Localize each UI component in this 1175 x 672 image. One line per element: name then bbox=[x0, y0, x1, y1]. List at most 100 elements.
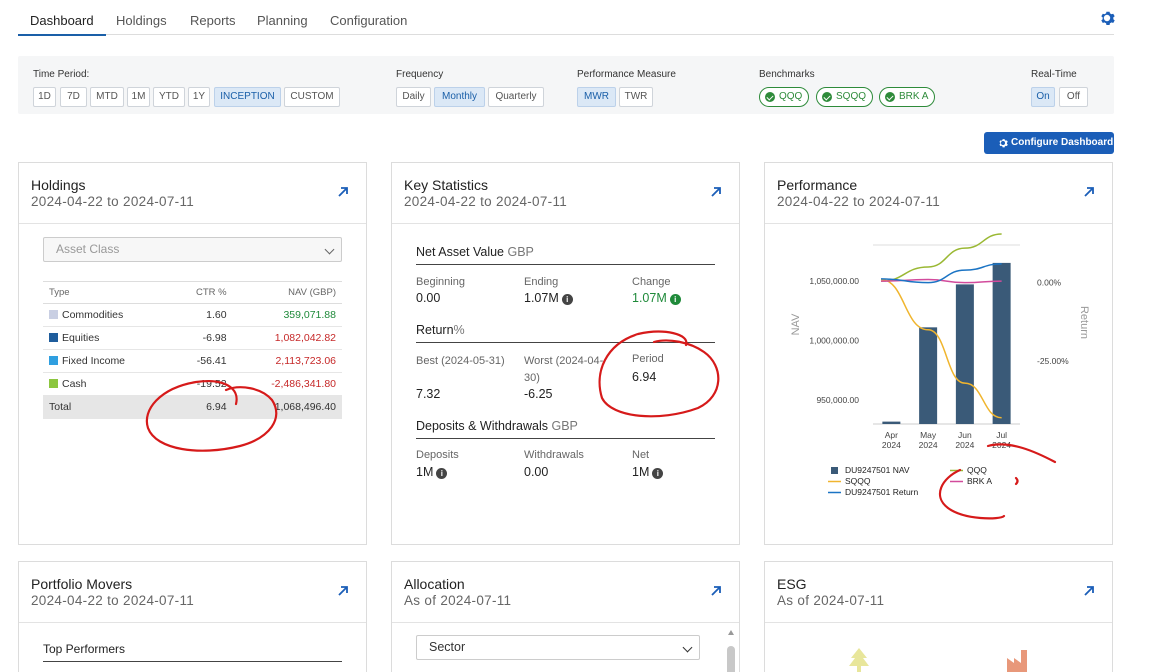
time-inception-button[interactable]: INCEPTION bbox=[214, 87, 281, 107]
portfolio-movers-title: Portfolio Movers bbox=[31, 576, 133, 592]
y-tick-label: 1,050,000.00 bbox=[809, 276, 859, 286]
esg-title: ESG bbox=[777, 576, 807, 592]
gear-icon bbox=[999, 139, 1008, 148]
x-tick-label: Jun bbox=[958, 430, 972, 440]
col-nav: NAV (GBP) bbox=[226, 281, 342, 304]
performance-date-range: 2024-04-22 to 2024-07-11 bbox=[777, 194, 941, 209]
esg-card: ESG As of 2024-07-11 bbox=[764, 561, 1113, 672]
expand-arrow-icon[interactable] bbox=[709, 584, 723, 598]
y-tick-label: 950,000.00 bbox=[816, 395, 859, 405]
benchmark-brka-pill[interactable]: BRK A bbox=[879, 87, 936, 107]
period-value: 6.94 bbox=[632, 370, 657, 384]
table-row: Commodities 1.60 359,071.88 bbox=[43, 303, 342, 327]
info-icon[interactable]: i bbox=[561, 294, 573, 305]
tab-reports[interactable]: Reports bbox=[190, 13, 236, 28]
chevron-down-icon bbox=[324, 244, 335, 255]
y2-tick-label: -25.00% bbox=[1037, 356, 1069, 366]
nav-bar bbox=[919, 327, 938, 424]
nav-bar bbox=[955, 284, 974, 424]
top-performers-heading: Top Performers bbox=[43, 642, 342, 662]
y2-axis-label: Return bbox=[1078, 306, 1090, 339]
performance-title: Performance bbox=[777, 177, 858, 193]
info-icon[interactable]: i bbox=[436, 468, 448, 479]
time-1m-button[interactable]: 1M bbox=[127, 87, 150, 107]
esg-header: ESG As of 2024-07-11 bbox=[765, 562, 1112, 623]
y-tick-label: 1,000,000.00 bbox=[809, 335, 859, 345]
holdings-title: Holdings bbox=[31, 177, 86, 193]
time-mtd-button[interactable]: MTD bbox=[90, 87, 124, 107]
legend-label: DU9247501 NAV bbox=[845, 465, 910, 475]
realtime-off-button[interactable]: Off bbox=[1059, 87, 1088, 107]
configure-dashboard-button[interactable]: Configure Dashboard bbox=[984, 132, 1114, 154]
time-7d-button[interactable]: 7D bbox=[60, 87, 87, 107]
key-statistics-date-range: 2024-04-22 to 2024-07-11 bbox=[404, 194, 568, 209]
scrollbar[interactable] bbox=[726, 628, 737, 672]
chevron-down-icon bbox=[682, 642, 693, 653]
info-icon[interactable]: i bbox=[652, 468, 664, 479]
change-value: 1.07M i bbox=[632, 291, 681, 305]
frequency-label: Frequency bbox=[396, 69, 444, 80]
legend-swatch bbox=[49, 356, 58, 365]
legend-swatch bbox=[49, 379, 58, 388]
best-label: Best (2024-05-31) bbox=[416, 355, 505, 367]
realtime-on-button[interactable]: On bbox=[1031, 87, 1055, 107]
settings-gear-icon[interactable] bbox=[1099, 10, 1115, 26]
x-tick-label: 2024 bbox=[955, 440, 974, 450]
period-label: Period bbox=[632, 353, 664, 365]
portfolio-movers-date-range: 2024-04-22 to 2024-07-11 bbox=[31, 593, 195, 608]
key-statistics-header: Key Statistics 2024-04-22 to 2024-07-11 bbox=[392, 163, 739, 224]
key-statistics-title: Key Statistics bbox=[404, 177, 489, 193]
y2-tick-label: 0.00% bbox=[1037, 278, 1062, 288]
time-ytd-button[interactable]: YTD bbox=[153, 87, 185, 107]
tab-holdings[interactable]: Holdings bbox=[116, 13, 167, 28]
legend-swatch bbox=[49, 333, 58, 342]
change-label: Change bbox=[632, 276, 671, 288]
legend-swatch bbox=[49, 310, 58, 319]
freq-daily-button[interactable]: Daily bbox=[396, 87, 431, 107]
net-label: Net bbox=[632, 449, 650, 461]
legend-label: QQQ bbox=[967, 465, 987, 475]
time-custom-button[interactable]: CUSTOM bbox=[284, 87, 340, 107]
mwr-button[interactable]: MWR bbox=[577, 87, 616, 107]
expand-arrow-icon[interactable] bbox=[336, 584, 350, 598]
performance-card: Performance 2024-04-22 to 2024-07-11 950… bbox=[764, 162, 1113, 545]
net-value: 1M i bbox=[632, 465, 664, 479]
expand-arrow-icon[interactable] bbox=[709, 185, 723, 199]
legend-swatch bbox=[831, 467, 838, 474]
time-1y-button[interactable]: 1Y bbox=[188, 87, 210, 107]
expand-arrow-icon[interactable] bbox=[336, 185, 350, 199]
x-tick-label: 2024 bbox=[919, 440, 938, 450]
table-row: Fixed Income -56.41 2,113,723.06 bbox=[43, 349, 342, 373]
holdings-table: Type CTR % NAV (GBP) Commodities 1.60 35… bbox=[43, 281, 342, 419]
sector-select[interactable]: Sector bbox=[416, 635, 700, 660]
tab-configuration[interactable]: Configuration bbox=[330, 13, 407, 28]
x-tick-label: Jul bbox=[996, 430, 1007, 440]
return-section-heading: Return% bbox=[416, 323, 715, 343]
freq-quarterly-button[interactable]: Quarterly bbox=[488, 87, 544, 107]
time-1d-button[interactable]: 1D bbox=[33, 87, 56, 107]
tab-planning[interactable]: Planning bbox=[257, 13, 308, 28]
twr-button[interactable]: TWR bbox=[619, 87, 653, 107]
holdings-date-range: 2024-04-22 to 2024-07-11 bbox=[31, 194, 195, 209]
series-line bbox=[880, 263, 1002, 284]
time-period-label: Time Period: bbox=[33, 69, 90, 80]
nav-bar bbox=[992, 262, 1011, 424]
benchmarks-label: Benchmarks bbox=[759, 69, 815, 80]
benchmark-sqqq-pill[interactable]: SQQQ bbox=[816, 87, 874, 107]
freq-monthly-button[interactable]: Monthly bbox=[434, 87, 485, 107]
main-tabs: Dashboard Holdings Reports Planning Conf… bbox=[18, 8, 1114, 36]
holdings-card: Holdings 2024-04-22 to 2024-07-11 Asset … bbox=[18, 162, 367, 545]
series-line bbox=[880, 233, 1002, 282]
best-value: 7.32 bbox=[416, 387, 441, 401]
allocation-header: Allocation As of 2024-07-11 bbox=[392, 562, 739, 623]
asset-class-select[interactable]: Asset Class bbox=[43, 237, 342, 262]
benchmark-qqq-pill[interactable]: QQQ bbox=[759, 87, 810, 107]
legend-label: SQQQ bbox=[845, 476, 871, 486]
allocation-card: Allocation As of 2024-07-11 Sector bbox=[391, 561, 740, 672]
legend-label: BRK A bbox=[967, 476, 992, 486]
expand-arrow-icon[interactable] bbox=[1082, 584, 1096, 598]
info-icon[interactable]: i bbox=[669, 294, 681, 305]
expand-arrow-icon[interactable] bbox=[1082, 185, 1096, 199]
tab-dashboard[interactable]: Dashboard bbox=[18, 13, 106, 36]
series-line bbox=[880, 278, 1002, 419]
